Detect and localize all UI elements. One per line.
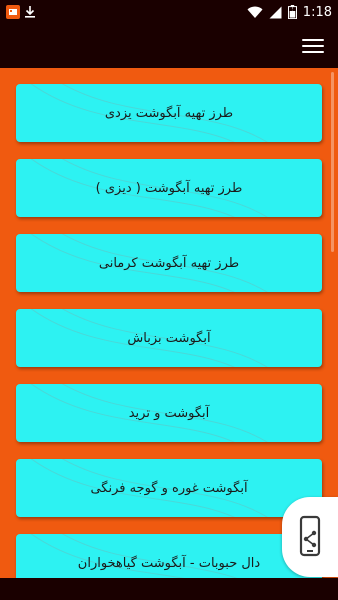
recipe-card-label: آبگوشت غوره و گوجه فرنگی [90,480,248,496]
recipe-card-label: دال حبوبات - آبگوشت گیاهخواران [77,555,261,571]
app-badge-icon [6,5,20,19]
battery-icon: ! [287,5,297,19]
recipe-card-label: طرز تهیه آبگوشت ( دیزی ) [95,180,243,196]
app-bar [0,24,338,68]
recipe-card[interactable]: طرز تهیه آبگوشت یزدی [16,84,322,142]
recipe-card-label: آبگوشت بزباش [127,330,211,346]
signal-icon [269,6,282,18]
scrollbar[interactable] [331,72,334,252]
recipe-card[interactable]: آبگوشت غوره و گوجه فرنگی [16,459,322,517]
app-screen: ! 1:18 طرز تهیه آبگوشت یزدی طرز تهیه آبگ… [0,0,338,600]
recipe-card-label: آبگوشت و ترید [128,405,210,421]
recipe-card-label: طرز تهیه آبگوشت یزدی [104,105,234,121]
recipe-card[interactable]: طرز تهیه آبگوشت ( دیزی ) [16,159,322,217]
status-left [6,5,36,19]
status-time: 1:18 [302,4,332,20]
recipe-card[interactable]: آبگوشت بزباش [16,309,322,367]
hamburger-menu-icon[interactable] [302,36,324,56]
status-bar: ! 1:18 [0,0,338,24]
navigation-bar [0,578,338,600]
share-phone-icon [299,515,321,557]
recipe-card-label: طرز تهیه آبگوشت کرمانی [98,255,240,271]
status-right: ! 1:18 [247,5,332,20]
wifi-icon [247,6,263,18]
recipe-card[interactable]: آبگوشت و ترید [16,384,322,442]
download-icon [25,6,35,18]
recipe-card[interactable]: طرز تهیه آبگوشت کرمانی [16,234,322,292]
share-button[interactable] [282,497,338,577]
svg-text:!: ! [291,7,293,12]
